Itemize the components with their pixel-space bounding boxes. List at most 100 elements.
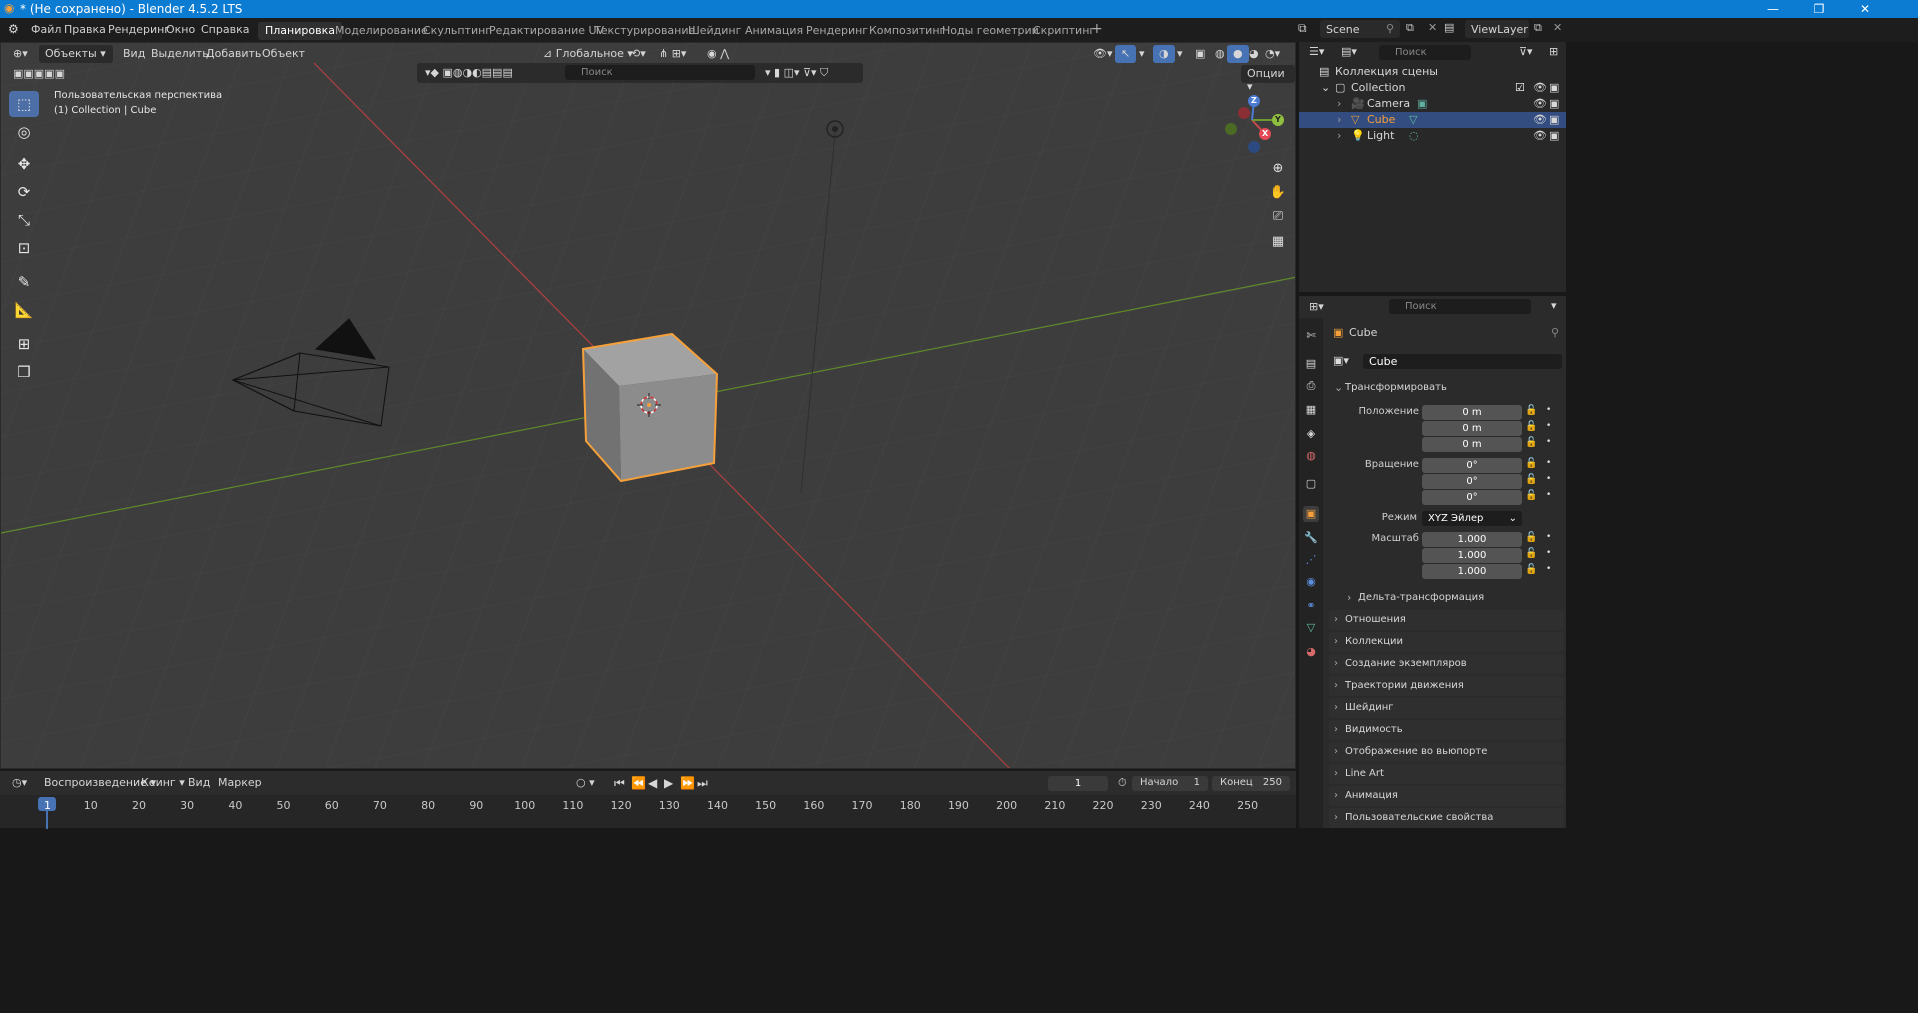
zoom-icon[interactable]: ⊕	[1266, 157, 1290, 181]
panel-header[interactable]: › Создание экземпляров	[1329, 654, 1564, 674]
keyframe-dot-icon[interactable]: •	[1546, 548, 1551, 558]
object-datablock-icon[interactable]: ▣▾	[1333, 354, 1349, 367]
outliner-editor-type-icon[interactable]: ☰▾	[1303, 43, 1330, 61]
editor-type-icon[interactable]: ⊕▾	[7, 45, 34, 63]
panel-header[interactable]: › Анимация	[1329, 786, 1564, 806]
auto-keying-icon[interactable]: ○ ▾	[570, 774, 601, 792]
location-x-field[interactable]: 0 m	[1422, 405, 1522, 420]
scale-tool-icon[interactable]: ⤡	[9, 207, 39, 233]
lock-icon[interactable]: 🔓	[1525, 437, 1537, 448]
asset-type-icons[interactable]: ▾◆ ▣◍◑◐▤▤▤	[419, 64, 519, 82]
panel-header[interactable]: › Видимость	[1329, 720, 1564, 740]
delta-transform-subpanel[interactable]: › Дельта-трансформация	[1343, 588, 1563, 608]
mode-selector[interactable]: Объекты ▾	[39, 45, 113, 63]
lock-icon[interactable]: 🔓	[1525, 474, 1537, 485]
panel-header[interactable]: › Пользовательские свойства	[1329, 808, 1564, 828]
overlays-dropdown-icon[interactable]: ▾	[1171, 45, 1189, 63]
rotation-mode-select[interactable]: XYZ Эйлер ⌄	[1422, 511, 1522, 526]
lock-icon[interactable]: 🔓	[1525, 405, 1537, 416]
3d-viewport[interactable]: Z Y X ⊕▾ Объекты ▾ Вид Выделить Добавить…	[0, 42, 1296, 769]
properties-search-input[interactable]: Поиск	[1389, 299, 1531, 314]
outliner-row-light[interactable]: › 💡 Light ◌ 👁 ▣	[1299, 128, 1566, 144]
menu-file[interactable]: Файл	[31, 23, 61, 36]
collection-render-icon[interactable]: ▣	[1549, 81, 1559, 94]
expand-chevron-icon[interactable]: ›	[1337, 113, 1341, 126]
menu-help[interactable]: Справка	[201, 23, 249, 36]
rotation-x-field[interactable]: 0°	[1422, 458, 1522, 473]
perspective-toggle-icon[interactable]: ▦	[1266, 230, 1290, 254]
menu-edit[interactable]: Правка	[64, 23, 106, 36]
start-frame-field[interactable]: Начало 1	[1132, 776, 1208, 791]
pin-properties-icon[interactable]: ⚲	[1551, 326, 1559, 339]
location-z-field[interactable]: 0 m	[1422, 437, 1522, 452]
lock-icon[interactable]: 🔓	[1525, 564, 1537, 575]
camera-visibility-icon[interactable]: 👁	[1533, 97, 1547, 110]
constraints-tab-icon[interactable]: ⚭	[1303, 598, 1319, 614]
world-tab-icon[interactable]: ◍	[1303, 448, 1319, 464]
tool-tab-icon[interactable]: ✄	[1303, 328, 1319, 344]
visibility-icon[interactable]: 👁▾	[1087, 45, 1119, 63]
viewport-search-input[interactable]: Поиск	[565, 65, 755, 80]
cube-render-icon[interactable]: ▣	[1549, 113, 1559, 126]
jump-end-icon[interactable]: ⏭	[691, 774, 714, 792]
properties-editor-type-icon[interactable]: ⊞▾	[1303, 298, 1330, 316]
collection-tab-icon[interactable]: ▢	[1303, 476, 1319, 492]
delete-view-layer-icon[interactable]: ✕	[1553, 21, 1562, 34]
keyframe-dot-icon[interactable]: •	[1546, 437, 1551, 447]
cube-object[interactable]	[581, 332, 719, 483]
rotation-z-field[interactable]: 0°	[1422, 490, 1522, 505]
lock-icon[interactable]: 🔓	[1525, 532, 1537, 543]
options-dropdown[interactable]: Опции ▾	[1241, 65, 1295, 93]
expand-chevron-icon[interactable]: ›	[1337, 129, 1341, 142]
timeline-editor-type-icon[interactable]: ◷▾	[6, 774, 33, 792]
panel-header[interactable]: › Траектории движения	[1329, 676, 1564, 696]
pin-icon[interactable]: ⚲	[1386, 22, 1394, 35]
lock-icon[interactable]: 🔓	[1525, 458, 1537, 469]
lock-icon[interactable]: 🔓	[1525, 421, 1537, 432]
modifier-tab-icon[interactable]: 🔧	[1303, 530, 1319, 546]
physics-tab-icon[interactable]: ◉	[1303, 574, 1319, 590]
camera-data-icon[interactable]: ▣	[1417, 97, 1427, 110]
collection-visibility-icon[interactable]: 👁	[1533, 81, 1547, 94]
outliner-row-cube[interactable]: › ▽ Cube ▽ 👁 ▣	[1299, 112, 1566, 128]
rotation-y-field[interactable]: 0°	[1422, 474, 1522, 489]
object-tab-icon[interactable]: ▣	[1303, 506, 1319, 522]
display-mode-icon[interactable]: ▤▾	[1335, 43, 1363, 61]
pan-hand-icon[interactable]: ✋	[1266, 181, 1290, 205]
panel-header[interactable]: › Отображение во вьюпорте	[1329, 742, 1564, 762]
properties-options-icon[interactable]: ▾	[1545, 297, 1563, 315]
outliner-row-scene-collection[interactable]: ▤ Коллекция сцены	[1299, 64, 1566, 80]
preview-range-icon[interactable]: ⏱	[1112, 774, 1133, 792]
current-frame-field[interactable]: 1	[1048, 776, 1108, 791]
scale-x-field[interactable]: 1.000	[1422, 532, 1522, 547]
gizmo-dropdown-icon[interactable]: ▾	[1133, 45, 1151, 63]
proportional-edit-icon[interactable]: ◉ ⋀	[701, 45, 735, 63]
cube-visibility-icon[interactable]: 👁	[1533, 113, 1547, 126]
keyframe-dot-icon[interactable]: •	[1546, 421, 1551, 431]
cursor-tool-icon[interactable]: ◎	[9, 119, 39, 145]
snap-icon[interactable]: ⋔ ⊞▾	[653, 45, 692, 63]
render-tab-icon[interactable]: ▤	[1303, 356, 1319, 372]
collapse-chevron-icon[interactable]: ⌄	[1321, 81, 1330, 94]
scene-icon[interactable]: ⧉	[1298, 21, 1307, 36]
close-button[interactable]: ✕	[1842, 0, 1888, 18]
timeline-editor[interactable]: ◷▾ Воспроизведение ▾ Кеинг ▾ Вид Маркер …	[0, 770, 1296, 829]
view-layer-tab-icon[interactable]: ▦	[1303, 402, 1319, 418]
add-primitive-tool-icon[interactable]: ❒	[9, 359, 39, 385]
blender-menu-icon[interactable]: ⚙	[8, 22, 19, 36]
transform-tool-icon[interactable]: ⊡	[9, 235, 39, 261]
select-box-tool-icon[interactable]: ⬚	[9, 91, 39, 117]
panel-header[interactable]: › Шейдинг	[1329, 698, 1564, 718]
light-data-icon[interactable]: ◌	[1409, 129, 1419, 142]
mesh-data-icon[interactable]: ▽	[1409, 113, 1417, 126]
keyframe-dot-icon[interactable]: •	[1546, 474, 1551, 484]
annotate-tool-icon[interactable]: ✎	[9, 269, 39, 295]
add-cube-tool-icon[interactable]: ⊞	[9, 331, 39, 357]
delete-scene-icon[interactable]: ✕	[1428, 21, 1437, 34]
menu-window[interactable]: Окно	[166, 23, 195, 36]
minimize-button[interactable]: —	[1750, 0, 1796, 18]
pivot-point-icon[interactable]: ⟲▾	[625, 45, 652, 63]
rotate-tool-icon[interactable]: ⟳	[9, 179, 39, 205]
transform-orientation-selector[interactable]: ⊿ Глобальное ▾	[537, 45, 639, 63]
filter-icons[interactable]: ▾ ▮ ◫▾ ⊽▾ ⛉	[759, 64, 834, 82]
